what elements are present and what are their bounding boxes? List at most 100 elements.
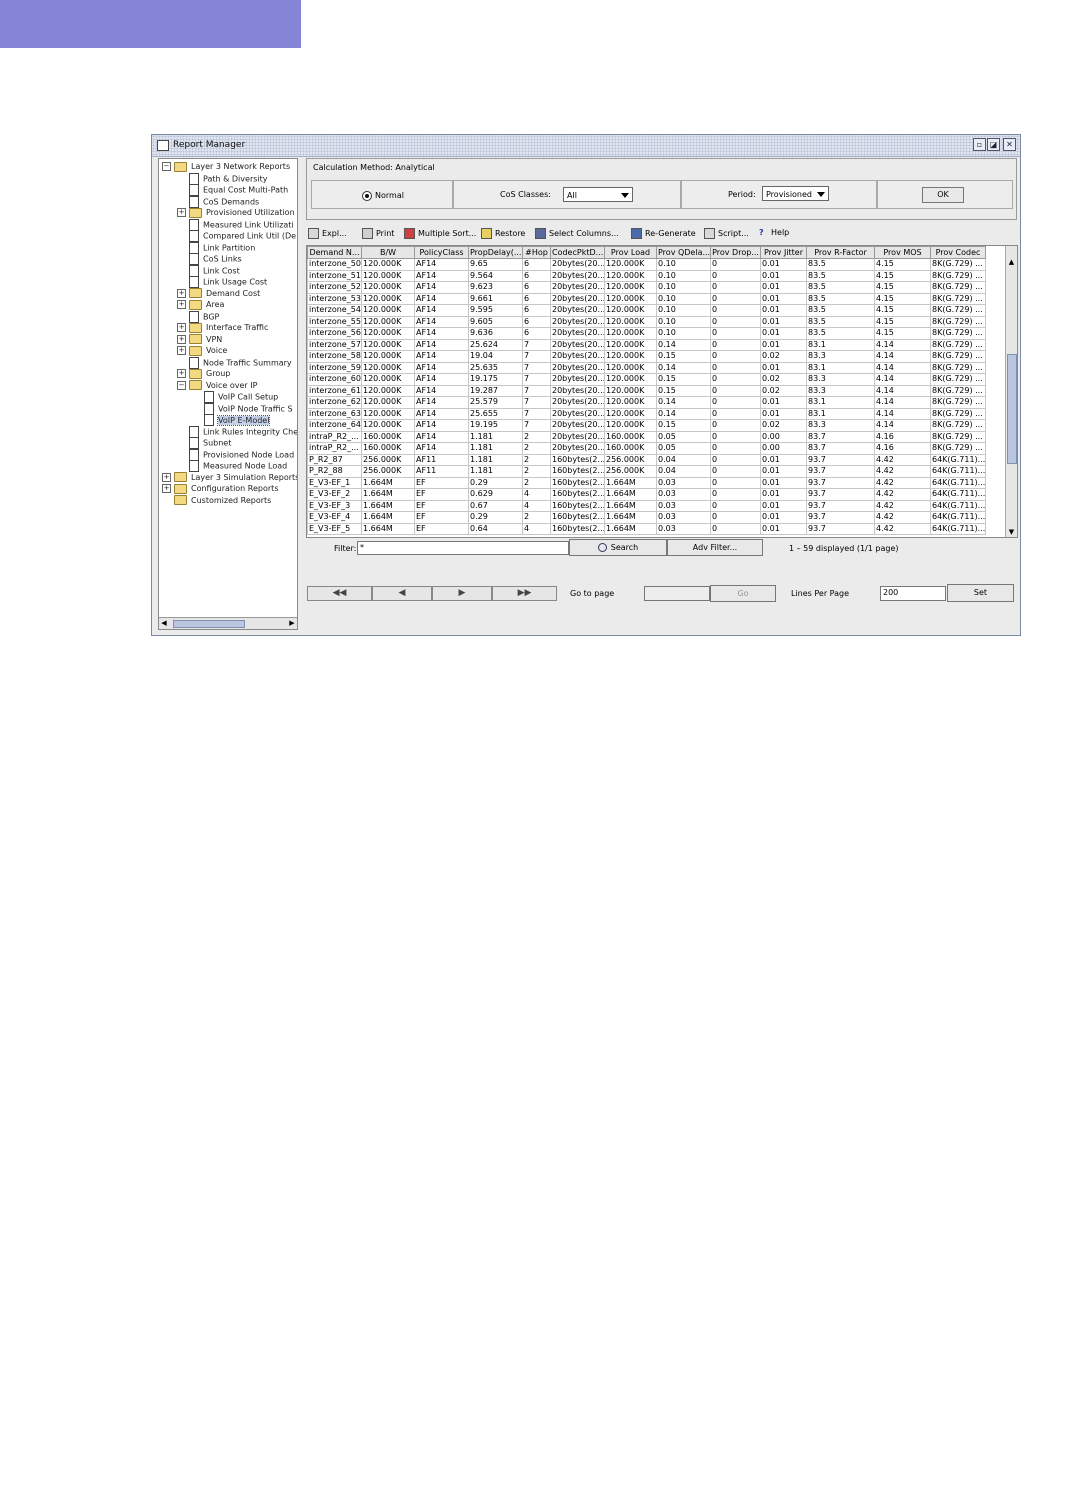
- table-row[interactable]: intraP_R2_... 160.000K AF14 1.181 2 20bytes(2…: [307, 430, 986, 443]
- table-vertical-scrollbar[interactable]: ▲ ▼: [1005, 246, 1017, 537]
- column-header[interactable]: Prov Codec: [930, 246, 986, 259]
- tree-item[interactable]: Link Partition: [177, 241, 255, 254]
- tree-item[interactable]: + Provisioned Utilization: [177, 207, 295, 218]
- tree-item[interactable]: Link Cost: [177, 264, 240, 277]
- go-button[interactable]: Go: [710, 585, 776, 602]
- table-row[interactable]: interzone_60 120.000K AF14 19.175 7 20bytes(2…: [307, 373, 986, 386]
- tree-item[interactable]: Equal Cost Multi-Path: [177, 184, 288, 196]
- table-row[interactable]: E_V3-EF_1 1.664M EF 0.29 2 160bytes(2... 1.664…: [307, 476, 986, 489]
- scroll-right-icon[interactable]: ▶: [287, 618, 297, 629]
- tree-item[interactable]: Measured Node Load: [177, 460, 287, 472]
- table-row[interactable]: interzone_55 120.000K AF14 9.605 6 20bytes(20…: [307, 315, 986, 328]
- results-table[interactable]: Demand N... B/W PolicyClass PropDelay(... #H…: [306, 245, 1018, 538]
- toolbar-columns-button[interactable]: Select Columns...: [535, 228, 619, 239]
- table-row[interactable]: interzone_51 120.000K AF14 9.564 6 20bytes(20…: [307, 269, 986, 282]
- scroll-thumb[interactable]: [1007, 354, 1017, 464]
- tree-expand-toggle-icon[interactable]: −: [177, 380, 186, 390]
- previous-page-button[interactable]: ◀: [372, 586, 432, 601]
- tree-expand-toggle-icon[interactable]: +: [177, 208, 186, 217]
- tree-expand-toggle-icon[interactable]: +: [177, 288, 186, 298]
- tree-item[interactable]: + Interface Traffic: [177, 322, 268, 333]
- tree-item[interactable]: + Group: [177, 368, 230, 379]
- tree-item[interactable]: + Layer 3 Simulation Reports: [162, 472, 297, 483]
- tree-item[interactable]: + Demand Cost: [177, 288, 260, 299]
- tree-expand-toggle-icon[interactable]: +: [162, 472, 171, 482]
- normal-radio[interactable]: [362, 191, 372, 201]
- tree-item[interactable]: + Area: [177, 299, 224, 310]
- column-header[interactable]: Prov MOS: [874, 246, 931, 259]
- tree-item[interactable]: + Configuration Reports: [162, 483, 278, 494]
- tree-item[interactable]: CoS Demands: [177, 195, 259, 208]
- toolbar-printer-button[interactable]: Print: [362, 228, 394, 239]
- tree-item[interactable]: Path & Diversity: [177, 172, 268, 185]
- table-row[interactable]: E_V3-EF_4 1.664M EF 0.29 2 160bytes(2... 1.664…: [307, 511, 986, 524]
- table-row[interactable]: E_V3-EF_3 1.664M EF 0.67 4 160bytes(2... 1.664…: [307, 499, 986, 512]
- tree-item[interactable]: − Voice over IP: [177, 380, 257, 391]
- table-row[interactable]: interzone_61 120.000K AF14 19.287 7 20bytes(2…: [307, 384, 986, 397]
- tree-item[interactable]: VoIP Node Traffic S: [192, 402, 293, 415]
- table-row[interactable]: interzone_58 120.000K AF14 19.04 7 20bytes(20…: [307, 350, 986, 363]
- tree-item[interactable]: CoS Links: [177, 253, 242, 265]
- set-button[interactable]: Set: [947, 584, 1014, 602]
- filter-input[interactable]: *: [357, 541, 569, 555]
- column-header[interactable]: Prov R-Factor: [806, 246, 875, 259]
- tree-item[interactable]: Customized Reports: [162, 495, 271, 506]
- toolbar-regenerate-button[interactable]: Re-Generate: [631, 228, 696, 239]
- table-row[interactable]: P_R2_88 256.000K AF11 1.181 2 160bytes(2... 25…: [307, 465, 986, 478]
- tree-item[interactable]: Compared Link Util (De: [177, 230, 296, 242]
- column-header[interactable]: Prov Drop...: [710, 246, 761, 259]
- table-row[interactable]: interzone_52 120.000K AF14 9.623 6 20bytes(20…: [307, 281, 986, 294]
- table-row[interactable]: interzone_54 120.000K AF14 9.595 6 20bytes(20…: [307, 304, 986, 317]
- column-header[interactable]: PropDelay(...: [468, 246, 523, 259]
- table-row[interactable]: intraP_R2_... 160.000K AF14 1.181 2 20bytes(2…: [307, 442, 986, 455]
- tree-item[interactable]: + Voice: [177, 345, 227, 356]
- table-row[interactable]: E_V3-EF_5 1.664M EF 0.64 4 160bytes(2... 1.664…: [307, 522, 986, 535]
- tree-expand-toggle-icon[interactable]: +: [177, 346, 186, 355]
- scroll-up-icon[interactable]: ▲: [1006, 257, 1017, 267]
- goto-page-input[interactable]: [644, 586, 710, 601]
- table-row[interactable]: interzone_64 120.000K AF14 19.195 7 20bytes(2…: [307, 419, 986, 432]
- title-bar[interactable]: Report Manager ▫ ◪ ✕: [152, 135, 1020, 157]
- tree-item[interactable]: + VPN: [177, 334, 222, 345]
- ok-button[interactable]: OK: [922, 187, 964, 203]
- column-header[interactable]: #Hop: [522, 246, 551, 259]
- search-button[interactable]: Search: [569, 539, 667, 556]
- table-row[interactable]: interzone_53 120.000K AF14 9.661 6 20bytes(20…: [307, 292, 986, 305]
- column-header[interactable]: Prov Load: [604, 246, 657, 259]
- tree-item[interactable]: VoIP E-Model: [192, 414, 271, 426]
- tree-item[interactable]: Measured Link Utilizati: [177, 218, 294, 231]
- column-header[interactable]: Prov QDela...: [656, 246, 711, 259]
- tree-expand-toggle-icon[interactable]: +: [177, 300, 186, 309]
- table-row[interactable]: interzone_59 120.000K AF14 25.635 7 20bytes(2…: [307, 361, 986, 374]
- minimize-icon[interactable]: ▫: [973, 138, 986, 151]
- tree-expand-toggle-icon[interactable]: +: [162, 484, 171, 493]
- table-row[interactable]: interzone_50 120.000K AF14 9.65 6 20bytes(20.…: [307, 258, 986, 271]
- tree-horizontal-scrollbar[interactable]: ◀ ▶: [159, 617, 297, 629]
- tree-expand-toggle-icon[interactable]: +: [177, 334, 186, 344]
- scroll-down-icon[interactable]: ▼: [1006, 527, 1017, 537]
- next-page-button[interactable]: ▶: [432, 586, 492, 601]
- toolbar-help-button[interactable]: ? Help: [759, 228, 789, 237]
- adv-filter-button[interactable]: Adv Filter...: [667, 539, 763, 556]
- tree-item[interactable]: Provisioned Node Load: [177, 448, 294, 461]
- close-icon[interactable]: ✕: [1003, 138, 1016, 151]
- table-row[interactable]: E_V3-EF_2 1.664M EF 0.629 4 160bytes(2... 1.66…: [307, 488, 986, 501]
- last-page-button[interactable]: ▶▶: [492, 586, 557, 601]
- tree-item[interactable]: − Layer 3 Network Reports: [162, 161, 290, 172]
- table-row[interactable]: interzone_56 120.000K AF14 9.636 6 20bytes(20…: [307, 327, 986, 340]
- column-header[interactable]: Prov Jitter: [760, 246, 807, 259]
- scroll-thumb[interactable]: [173, 620, 245, 628]
- column-header[interactable]: Demand N...: [307, 246, 362, 259]
- table-row[interactable]: interzone_57 120.000K AF14 25.624 7 20bytes(2…: [307, 338, 986, 351]
- table-row[interactable]: interzone_62 120.000K AF14 25.579 7 20bytes(2…: [307, 396, 986, 409]
- maximize-icon[interactable]: ◪: [987, 138, 1000, 151]
- report-tree[interactable]: Customized Reports + Configuration Reports…: [158, 158, 298, 630]
- column-header[interactable]: CodecPktD...: [550, 246, 605, 259]
- tree-expand-toggle-icon[interactable]: +: [177, 369, 186, 378]
- toolbar-restore-button[interactable]: Restore: [481, 228, 525, 239]
- tree-expand-toggle-icon[interactable]: −: [162, 162, 171, 171]
- table-row[interactable]: P_R2_87 256.000K AF11 1.181 2 160bytes(2... 25…: [307, 453, 986, 466]
- tree-item[interactable]: VoIP Call Setup: [192, 391, 278, 403]
- tree-item[interactable]: Subnet: [177, 437, 231, 449]
- column-header[interactable]: PolicyClass: [414, 246, 469, 259]
